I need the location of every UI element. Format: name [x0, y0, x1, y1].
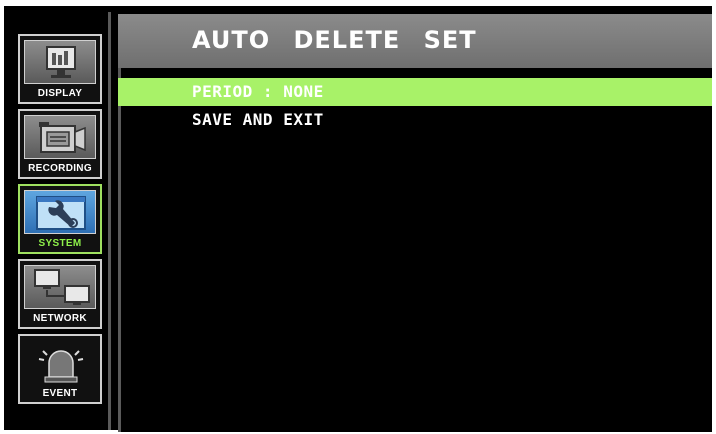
sidebar-item-display[interactable]: DISPLAY: [18, 34, 102, 104]
menu-item-save-and-exit[interactable]: SAVE AND EXIT: [118, 106, 712, 134]
sidebar-item-label: EVENT: [42, 388, 78, 399]
sidebar-item-network[interactable]: NETWORK: [18, 259, 102, 329]
sidebar-item-label: NETWORK: [33, 313, 87, 324]
alarm-icon: [24, 340, 96, 384]
network-icon: [24, 265, 96, 309]
display-icon: [24, 40, 96, 84]
dvr-screen: DISPLAY RECORDING SYSTEM NETWORK EVENT A…: [4, 6, 712, 432]
main-panel: AUTO DELETE SET PERIOD : NONE SAVE AND E…: [118, 14, 712, 432]
camera-icon: [24, 115, 96, 159]
menu-item-label: SAVE AND EXIT: [192, 110, 324, 129]
sidebar-item-system[interactable]: SYSTEM: [18, 184, 102, 254]
sidebar-item-recording[interactable]: RECORDING: [18, 109, 102, 179]
sidebar: DISPLAY RECORDING SYSTEM NETWORK EVENT: [12, 12, 112, 430]
wrench-icon: [24, 190, 96, 234]
menu-item-label: PERIOD : NONE: [192, 82, 324, 101]
menu-item-period[interactable]: PERIOD : NONE: [118, 78, 712, 106]
sidebar-item-label: RECORDING: [28, 163, 92, 174]
page-title: AUTO DELETE SET: [192, 26, 477, 54]
sidebar-item-event[interactable]: EVENT: [18, 334, 102, 404]
title-bar: AUTO DELETE SET: [118, 14, 712, 68]
sidebar-item-label: SYSTEM: [38, 238, 82, 249]
sidebar-item-label: DISPLAY: [37, 88, 83, 99]
